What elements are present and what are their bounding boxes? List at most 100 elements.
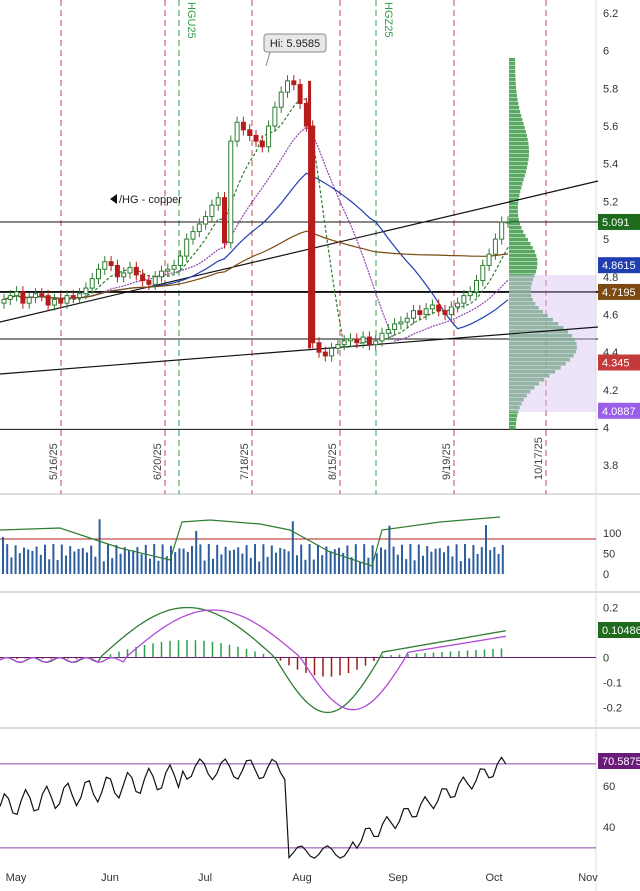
candle-body [45,295,51,306]
candle-body [398,321,404,325]
profile-bar [509,426,516,430]
profile-bar [509,110,521,114]
date-marker-label: 10/17/25 [533,437,545,480]
volume-bar [73,551,76,574]
candle-body [58,298,64,304]
candle-body [121,272,127,278]
volume-bar [107,544,109,574]
volume-bar [144,544,147,574]
volume-bar [111,558,114,574]
volume-bar [472,544,475,574]
candle-body [177,255,183,266]
candle-body [322,351,328,357]
volume-bar [241,553,244,574]
volume-bar [6,544,9,574]
volume-bar [438,548,441,574]
volume-bar [270,545,273,574]
volume-bar [86,552,88,574]
x-tick-label: Aug [292,872,312,884]
volume-bar [203,560,206,574]
volume-bar [367,557,370,574]
volume-bar [329,551,332,574]
profile-bar [509,66,516,70]
profile-bar [509,166,527,170]
y-tick-label: 5.6 [603,121,618,133]
contract-marker-label: HGU25 [185,2,197,39]
volume-bar [115,545,118,574]
profile-bar [509,170,526,174]
candle-body [77,293,83,299]
candle-body [429,304,435,310]
profile-bar [509,218,519,222]
volume-bar [48,559,51,574]
volume-bar [354,544,357,574]
profile-bar [509,242,531,246]
candle-body [39,293,45,297]
volume-bar [254,544,256,574]
candle-body [127,266,133,274]
candle-body [247,129,253,136]
profile-bar [509,262,538,266]
volume-bar [405,559,408,574]
volume-bar [212,558,214,574]
candle-body [329,347,335,357]
date-marker-label: 6/20/25 [152,443,164,480]
date-marker-label: 8/15/25 [327,443,339,480]
profile-bar [509,114,522,118]
candle-body [480,264,486,282]
profile-bar [509,174,525,178]
volume-bar [296,555,298,574]
volume-bar [90,545,93,574]
volume-bar [157,560,160,574]
volume-bar [128,549,130,574]
volume-bar [69,546,72,574]
x-tick-label: Jul [198,872,212,884]
profile-bar [509,62,516,66]
date-marker-label: 5/16/25 [48,443,60,480]
profile-bar [509,122,524,126]
profile-bar [509,106,520,110]
profile-bar [509,154,529,158]
volume-bar [312,559,315,574]
volume-bar [300,544,303,574]
volume-bar [346,545,349,574]
profile-bar [509,250,535,254]
x-tick-label: Oct [485,872,502,884]
candle-body [278,91,284,108]
candle-body [234,121,240,142]
price-label-text: 4.7195 [602,287,636,299]
profile-bar [509,158,529,162]
price-label-text: 5.091 [602,217,630,229]
candle-body [448,306,454,315]
volume-tick-label: 0 [603,569,609,581]
volume-bar [94,556,97,574]
candle-body [423,308,429,315]
candle-body [404,317,410,323]
candle-body [133,266,139,276]
volume-bar [321,555,324,574]
volume-bar [476,553,479,574]
profile-bar [509,214,519,218]
volume-bar [451,556,454,574]
chart-canvas: 6.265.85.65.45.254.84.64.44.243.8 5.0914… [0,0,640,891]
y-tick-label: 6 [603,46,609,58]
candle-body [102,261,108,270]
volume-bar [136,546,139,574]
oscillator-tick-label: 40 [603,822,615,834]
candle-body [33,293,38,299]
profile-bar [509,126,525,130]
volume-bar [35,546,38,574]
high-annotation-label: Hi: 5.9585 [270,38,320,50]
value-area-band [509,275,596,412]
volume-bar [191,545,193,574]
y-tick-label: 4.6 [603,309,618,321]
y-tick-label: 5.8 [603,83,618,95]
volume-bar [430,551,433,574]
x-tick-label: Sep [388,872,408,884]
candle-body [335,344,341,349]
volume-bar [304,559,307,574]
candle-body [492,238,498,255]
y-tick-label: 4.8 [603,272,618,284]
volume-bar [363,544,366,574]
candle-body [114,264,120,278]
